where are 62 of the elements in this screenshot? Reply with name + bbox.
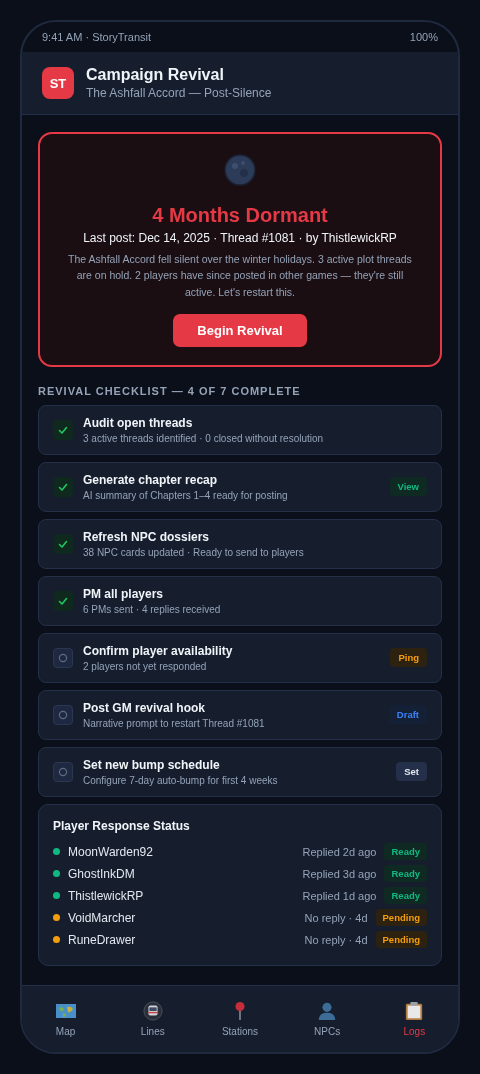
status-tag: Pending <box>375 909 427 927</box>
empty-circle-icon <box>57 651 69 664</box>
empty-circle-icon <box>57 708 69 721</box>
reply-text: Replied 3d ago <box>302 867 377 880</box>
battery-text: 100% <box>409 31 438 43</box>
item-title: Confirm player availability <box>83 643 234 658</box>
reply-text: Replied 1d ago <box>302 889 377 902</box>
item-title: Post GM revival hook <box>83 700 207 715</box>
status-tag: Ready <box>384 865 427 883</box>
item-detail: 38 NPC cards updated · Ready to send to players <box>83 546 305 558</box>
train-icon <box>141 1001 164 1021</box>
item-detail: 3 active threads identified · 0 closed without resolution <box>83 432 325 444</box>
empty-circle-icon <box>57 765 69 778</box>
section-heading: REVIVAL CHECKLIST — 4 OF 7 COMPLETE <box>38 384 302 397</box>
checkbox[interactable] <box>53 419 73 440</box>
nav-tab[interactable]: Map <box>35 1001 96 1037</box>
item-title: PM all players <box>83 586 165 601</box>
player-name: GhostInkDM <box>68 866 136 881</box>
player-name: RuneDrawer <box>68 932 137 947</box>
last-post-text: Last post: Dec 14, 2025 · Thread #1081 · by ThistlewickRP <box>83 231 397 245</box>
item-detail: AI summary of Chapters 1–4 ready for posting <box>83 489 289 501</box>
reply-text: No reply · 4d <box>304 911 368 924</box>
app-logo: ST <box>42 67 74 99</box>
player-name: MoonWarden92 <box>68 844 154 859</box>
status-tag: Pending <box>375 931 427 949</box>
moon-icon <box>224 154 256 186</box>
action-button[interactable]: Draft <box>388 705 427 725</box>
action-button[interactable]: Set <box>396 762 427 782</box>
item-detail: Narrative prompt to restart Thread #1081 <box>83 717 266 729</box>
card-title: Player Response Status <box>53 818 191 833</box>
status-tag: Ready <box>384 887 427 905</box>
item-title: Set new bump schedule <box>83 757 221 772</box>
reply-text: No reply · 4d <box>304 933 368 946</box>
reply-text: Replied 2d ago <box>302 845 377 858</box>
checkbox[interactable] <box>53 761 73 782</box>
nav-tab[interactable]: Logs <box>384 1001 445 1037</box>
checkbox[interactable] <box>53 476 73 497</box>
checkbox[interactable] <box>53 647 73 668</box>
page-subtitle: The Ashfall Accord — Post-Silence <box>86 86 272 100</box>
checkbox[interactable] <box>53 533 73 554</box>
page-title: Campaign Revival <box>86 66 225 84</box>
nav-tab[interactable]: NPCs <box>297 1001 358 1037</box>
item-title: Audit open threads <box>83 415 194 430</box>
checkbox[interactable] <box>53 590 73 611</box>
hero-description: The Ashfall Accord fell silent over the winter holidays. 3 active plot threads are on hold. 2 players have since posted in other games — they're still active. Let's restart this. <box>68 252 412 300</box>
item-detail: 2 players not yet responded <box>83 660 208 672</box>
item-title: Refresh NPC dossiers <box>83 529 211 544</box>
status-tag: Ready <box>384 843 427 861</box>
item-title: Generate chapter recap <box>83 472 219 487</box>
action-button[interactable]: Ping <box>390 648 427 668</box>
nav-tab[interactable]: Stations <box>209 1001 270 1037</box>
dormant-title: 4 Months Dormant <box>152 204 328 227</box>
checkbox[interactable] <box>53 704 73 725</box>
nav-tab[interactable]: Lines <box>122 1001 183 1037</box>
player-name: ThistlewickRP <box>68 888 145 903</box>
map-icon <box>54 1001 77 1021</box>
begin-revival-button[interactable]: Begin Revival <box>173 313 307 347</box>
status-text: 9:41 AM · StoryTransit <box>42 31 152 43</box>
item-detail: 6 PMs sent · 4 replies received <box>83 603 222 615</box>
player-name: VoidMarcher <box>68 910 137 925</box>
item-detail: Configure 7-day auto-bump for first 4 weeks <box>83 774 279 786</box>
action-button[interactable]: View <box>389 477 427 497</box>
